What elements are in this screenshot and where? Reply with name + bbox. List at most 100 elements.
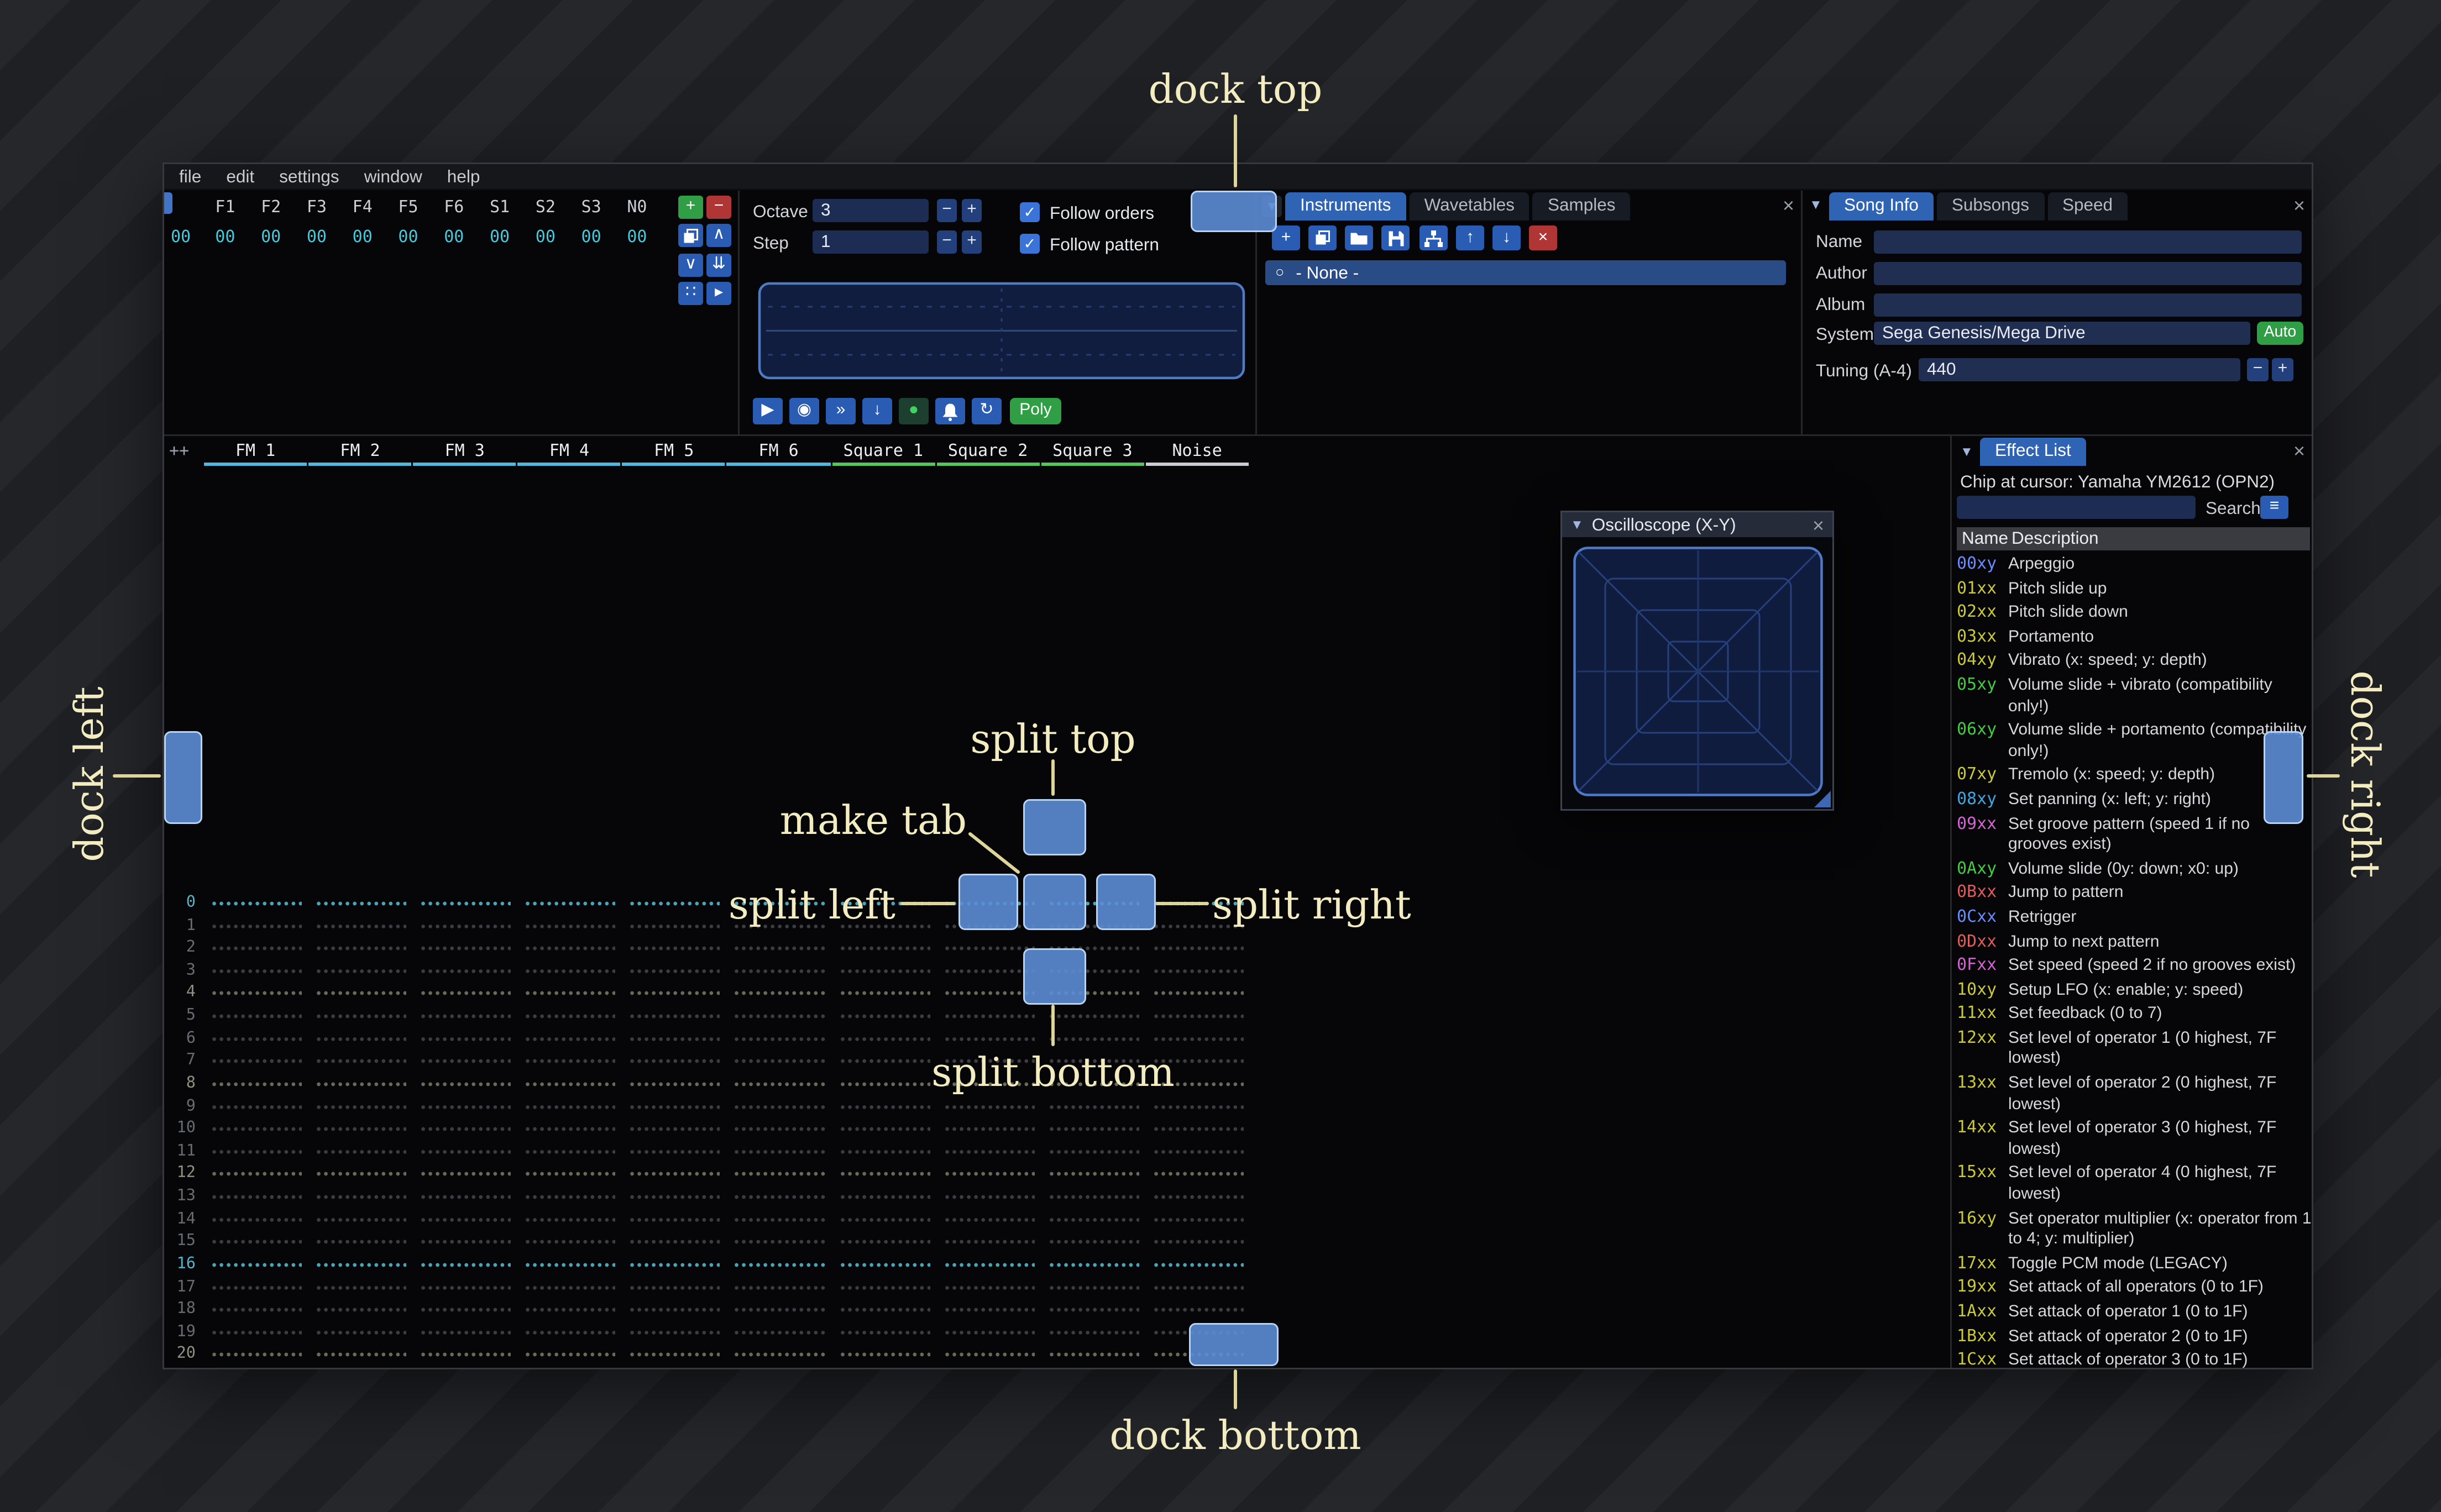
pattern-cell[interactable] xyxy=(936,1117,1041,1141)
pattern-cell[interactable] xyxy=(1146,1027,1250,1050)
dock-target-bottom[interactable] xyxy=(1189,1323,1279,1366)
octave-input[interactable]: 3 xyxy=(813,199,929,222)
pattern-cell[interactable] xyxy=(518,1321,622,1344)
order-move-up-button[interactable]: ∧ xyxy=(706,224,731,247)
pattern-cell[interactable] xyxy=(727,1095,831,1118)
pattern-cell[interactable] xyxy=(622,1027,727,1050)
pattern-cell[interactable] xyxy=(204,937,308,960)
poly-button[interactable]: Poly xyxy=(1010,398,1061,424)
pattern-cell[interactable] xyxy=(204,1049,308,1073)
instruments-close-button[interactable]: × xyxy=(1783,196,1794,216)
pattern-cell[interactable] xyxy=(308,1095,413,1118)
order-cell-6[interactable]: 00 xyxy=(477,229,523,247)
menu-item-help[interactable]: help xyxy=(447,167,480,187)
pattern-cell[interactable] xyxy=(727,1185,831,1208)
pattern-cell[interactable] xyxy=(622,937,727,960)
delete-instrument-button[interactable]: × xyxy=(1529,225,1557,250)
pattern-cell[interactable] xyxy=(413,914,518,937)
pattern-cell[interactable] xyxy=(204,892,308,915)
split-target-top[interactable] xyxy=(1023,799,1086,855)
pattern-cell[interactable] xyxy=(518,1027,622,1050)
pattern-cell[interactable] xyxy=(1041,1117,1145,1141)
pattern-cell[interactable] xyxy=(518,1366,622,1368)
pattern-cell[interactable] xyxy=(832,1253,936,1276)
pattern-cell[interactable] xyxy=(308,1208,413,1231)
pattern-expand-button[interactable]: ++ xyxy=(169,443,189,461)
order-add-button[interactable]: + xyxy=(678,196,703,219)
instrument-list-item-none[interactable]: ○ - None - xyxy=(1265,260,1786,285)
pattern-cell[interactable] xyxy=(622,1343,727,1366)
pattern-cell[interactable] xyxy=(727,1117,831,1141)
pattern-cell[interactable] xyxy=(936,1298,1041,1321)
pattern-cell[interactable] xyxy=(308,892,413,915)
pattern-cell[interactable] xyxy=(518,892,622,915)
order-cell-5[interactable]: 00 xyxy=(431,229,477,247)
pattern-cell[interactable] xyxy=(204,1321,308,1344)
pattern-cell[interactable] xyxy=(518,1298,622,1321)
song-info-collapse-button[interactable]: ▼ xyxy=(1809,198,1822,212)
tab-effect-list[interactable]: Effect List xyxy=(1980,438,2086,466)
play-pattern-button[interactable]: ◉ xyxy=(789,398,819,424)
pattern-cell[interactable] xyxy=(518,1343,622,1366)
pattern-cell[interactable] xyxy=(308,1275,413,1299)
pattern-cell[interactable] xyxy=(832,982,936,1005)
order-cell-0[interactable]: 00 xyxy=(202,229,248,247)
pattern-cell[interactable] xyxy=(936,1163,1041,1186)
pattern-cell[interactable] xyxy=(518,1185,622,1208)
pattern-cell[interactable] xyxy=(204,1163,308,1186)
step-row-button[interactable]: ↓ xyxy=(862,398,892,424)
pattern-cell[interactable] xyxy=(1146,1185,1250,1208)
pattern-cell[interactable] xyxy=(204,1275,308,1299)
pattern-cell[interactable] xyxy=(1146,1005,1250,1028)
pattern-cell[interactable] xyxy=(936,1230,1041,1253)
order-edit-cursor-button[interactable]: ▸ xyxy=(706,282,731,305)
pattern-cell[interactable] xyxy=(622,1298,727,1321)
pattern-cell[interactable] xyxy=(832,1366,936,1368)
pattern-cell[interactable] xyxy=(1041,1275,1145,1299)
menu-item-file[interactable]: file xyxy=(179,167,201,187)
pattern-cell[interactable] xyxy=(308,1140,413,1163)
effect-list-close-button[interactable]: × xyxy=(2293,441,2305,461)
pattern-cell[interactable] xyxy=(413,1208,518,1231)
order-change-mode-button[interactable]: ∷ xyxy=(678,282,703,305)
pattern-cell[interactable] xyxy=(308,1005,413,1028)
pattern-cell[interactable] xyxy=(1146,1117,1250,1141)
pattern-cell[interactable] xyxy=(518,982,622,1005)
pattern-cell[interactable] xyxy=(413,1185,518,1208)
pattern-cell[interactable] xyxy=(936,1366,1041,1368)
pattern-cell[interactable] xyxy=(622,1163,727,1186)
pattern-cell[interactable] xyxy=(1041,1253,1145,1276)
pattern-cell[interactable] xyxy=(1041,1321,1145,1344)
pattern-cell[interactable] xyxy=(1041,1230,1145,1253)
pattern-cell[interactable] xyxy=(1146,959,1250,983)
pattern-cell[interactable] xyxy=(204,1343,308,1366)
order-deep-clone-button[interactable]: ⇊ xyxy=(706,254,731,277)
pattern-cell[interactable] xyxy=(413,1049,518,1073)
pattern-cell[interactable] xyxy=(622,1366,727,1368)
pattern-cell[interactable] xyxy=(308,1185,413,1208)
follow-pattern-checkbox[interactable]: ✓ xyxy=(1020,234,1040,254)
pattern-cell[interactable] xyxy=(518,1163,622,1186)
pattern-cell[interactable] xyxy=(727,1230,831,1253)
order-remove-button[interactable]: − xyxy=(706,196,731,219)
pattern-cell[interactable] xyxy=(518,1253,622,1276)
pattern-cell[interactable] xyxy=(518,937,622,960)
pattern-cell[interactable] xyxy=(727,1253,831,1276)
resize-grip[interactable] xyxy=(1814,791,1831,807)
pattern-cell[interactable] xyxy=(622,1275,727,1299)
pattern-cell[interactable] xyxy=(622,892,727,915)
system-input[interactable]: Sega Genesis/Mega Drive xyxy=(1874,322,2250,345)
pattern-cell[interactable] xyxy=(727,1049,831,1073)
pattern-cell[interactable] xyxy=(1041,1366,1145,1368)
step-increase-button[interactable]: + xyxy=(962,230,982,254)
effect-search-input[interactable] xyxy=(1957,496,2196,519)
tuning-input[interactable]: 440 xyxy=(1919,358,2240,381)
tuning-increase-button[interactable]: + xyxy=(2272,358,2293,381)
pattern-cell[interactable] xyxy=(727,1321,831,1344)
pattern-cell[interactable] xyxy=(1041,1027,1145,1050)
pattern-cell[interactable] xyxy=(308,1163,413,1186)
pattern-cell[interactable] xyxy=(832,1005,936,1028)
channel-header-fm-1[interactable]: FM 1 xyxy=(204,438,307,466)
pattern-cell[interactable] xyxy=(308,1321,413,1344)
order-cell-4[interactable]: 00 xyxy=(385,229,431,247)
